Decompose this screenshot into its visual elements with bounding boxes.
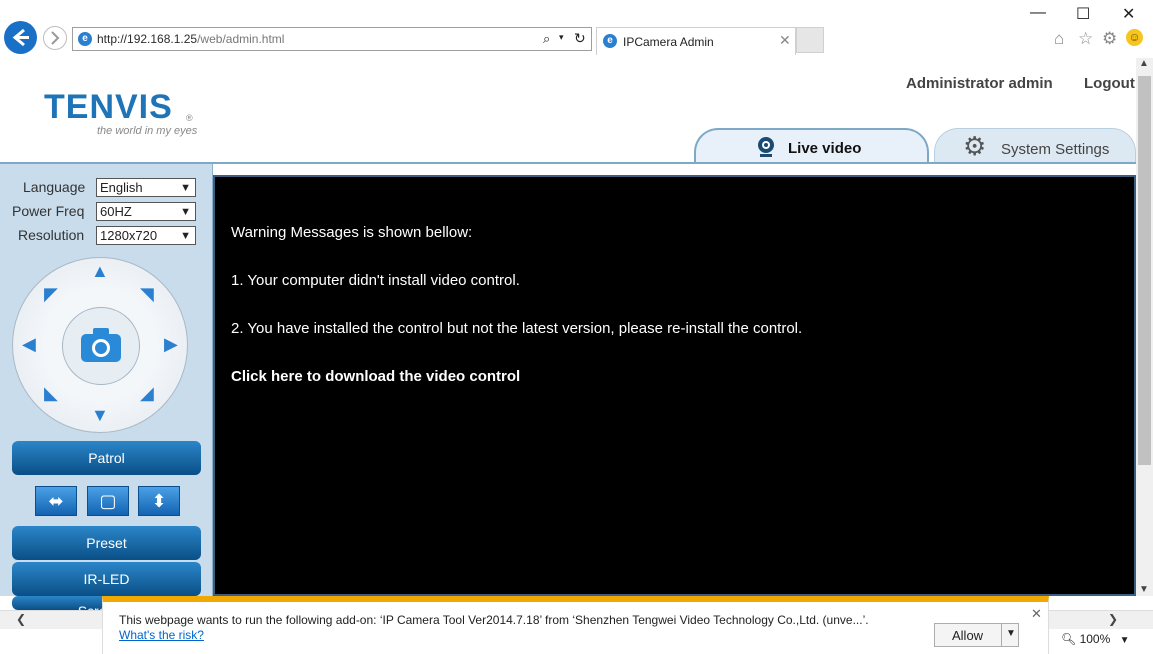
notification-message: This webpage wants to run the following …	[119, 613, 869, 627]
pan-right-button[interactable]: ▶	[164, 334, 178, 355]
url-host: http://192.168.1.25	[97, 32, 198, 46]
page-header: TENVIS ® the world in my eyes Administra…	[0, 58, 1136, 164]
resolution-select[interactable]: 1280x720 ▼	[96, 226, 196, 245]
power-freq-value: 60HZ	[100, 204, 132, 219]
dropdown-icon[interactable]: ▾	[559, 32, 564, 43]
close-window-icon[interactable]: ✕	[1122, 4, 1135, 24]
pan-left-button[interactable]: ◀	[22, 334, 36, 355]
pan-up-left-button[interactable]: ◤	[44, 284, 58, 305]
registered-mark: ®	[186, 113, 193, 123]
user-label: Administrator admin	[906, 75, 1053, 92]
home-icon[interactable]: ⌂	[1054, 29, 1064, 49]
resolution-label: Resolution	[18, 227, 85, 243]
webcam-icon	[756, 136, 776, 158]
zoom-icon: 🔍︎	[1061, 632, 1077, 646]
addon-notification-bar: This webpage wants to run the following …	[102, 596, 1049, 654]
back-arrow-icon	[12, 28, 29, 47]
browser-chrome: e http://192.168.1.25/web/admin.html ⌕ ▾…	[0, 0, 1153, 59]
pan-up-button[interactable]: ▲	[91, 261, 109, 282]
warning-heading: Warning Messages is shown bellow:	[231, 224, 473, 241]
zoom-level: 100%	[1079, 632, 1111, 646]
brand-tagline: the world in my eyes	[97, 125, 198, 137]
download-control-link[interactable]: Click here to download the video control	[231, 368, 520, 385]
pan-up-right-button[interactable]: ◥	[140, 284, 154, 305]
patrol-button[interactable]: Patrol	[12, 441, 201, 475]
pan-down-button[interactable]: ▼	[91, 405, 109, 426]
ir-led-button[interactable]: IR-LED	[12, 562, 201, 596]
browser-tab[interactable]: e IPCamera Admin ✕	[596, 27, 796, 55]
vertical-arrows-icon: ⬍	[151, 491, 167, 511]
favorites-icon[interactable]: ☆	[1078, 29, 1093, 49]
stop-square-icon: ▢	[99, 491, 117, 511]
preset-button[interactable]: Preset	[12, 526, 201, 560]
ptz-control-pad: ▲ ▼ ◀ ▶ ◤ ◥ ◣ ◢	[12, 257, 188, 433]
scroll-down-icon[interactable]: ▼	[1139, 584, 1149, 595]
tab-settings-label: System Settings	[1001, 141, 1110, 158]
search-icon[interactable]: ⌕	[543, 31, 550, 47]
tab-ie-icon: e	[603, 34, 617, 48]
address-bar[interactable]: e http://192.168.1.25/web/admin.html ⌕ ▾…	[72, 27, 592, 51]
resolution-value: 1280x720	[100, 228, 158, 243]
settings-gears-icon: ⚙	[963, 131, 987, 161]
forward-button[interactable]	[43, 26, 67, 50]
language-label: Language	[23, 179, 86, 195]
tab-title: IPCamera Admin	[623, 35, 714, 49]
logout-link[interactable]: Logout	[1084, 75, 1135, 92]
tools-gear-icon[interactable]: ⚙	[1102, 29, 1117, 49]
language-select[interactable]: English ▼	[96, 178, 196, 197]
camera-icon	[81, 328, 121, 362]
scroll-right-icon[interactable]: ❯	[1108, 612, 1118, 626]
warning-line-2: 2. You have installed the control but no…	[231, 320, 803, 337]
horizontal-patrol-button[interactable]: ⬌	[35, 486, 77, 516]
tab-close-icon[interactable]: ✕	[779, 32, 791, 49]
chevron-down-icon: ▼	[180, 230, 191, 242]
tab-live-video[interactable]: Live video	[694, 128, 929, 164]
chevron-down-icon: ▼	[180, 182, 191, 194]
pan-down-left-button[interactable]: ◣	[44, 383, 58, 404]
stop-patrol-button[interactable]: ▢	[87, 486, 129, 516]
allow-button[interactable]: Allow ▼	[934, 623, 1019, 647]
forward-arrow-icon	[51, 31, 60, 45]
notification-close-icon[interactable]: ✕	[1031, 606, 1042, 622]
snapshot-button[interactable]	[62, 307, 140, 385]
chevron-down-icon: ▼	[180, 206, 191, 218]
maximize-icon[interactable]: ☐	[1076, 4, 1090, 24]
video-area: Warning Messages is shown bellow: 1. You…	[213, 175, 1136, 596]
allow-label: Allow	[952, 628, 984, 643]
back-button[interactable]	[4, 21, 37, 54]
vertical-patrol-button[interactable]: ⬍	[138, 486, 180, 516]
zoom-dropdown-icon: ▼	[1119, 635, 1130, 646]
pan-down-right-button[interactable]: ◢	[140, 383, 154, 404]
power-freq-label: Power Freq	[12, 203, 85, 219]
control-panel: Language English ▼ Power Freq 60HZ ▼ Res…	[0, 164, 213, 596]
horizontal-arrows-icon: ⬌	[48, 491, 64, 511]
scroll-up-icon[interactable]: ▲	[1139, 58, 1149, 69]
brand-logo: TENVIS	[44, 88, 173, 126]
smiley-feedback-icon[interactable]: ☺	[1126, 29, 1143, 46]
scroll-left-icon[interactable]: ❮	[16, 612, 26, 626]
tab-live-label: Live video	[788, 140, 862, 157]
warning-line-1: 1. Your computer didn't install video co…	[231, 272, 520, 289]
minimize-icon[interactable]: —	[1030, 4, 1046, 22]
language-value: English	[100, 180, 143, 195]
power-freq-select[interactable]: 60HZ ▼	[96, 202, 196, 221]
allow-divider	[1001, 624, 1002, 646]
ie-page-icon: e	[78, 32, 92, 46]
refresh-icon[interactable]: ↻	[574, 30, 586, 47]
tab-system-settings[interactable]: ⚙ System Settings	[934, 128, 1136, 164]
allow-dropdown-icon[interactable]: ▼	[1006, 628, 1016, 639]
whats-the-risk-link[interactable]: What's the risk?	[119, 628, 204, 642]
url-path: /web/admin.html	[197, 32, 285, 46]
vertical-scroll-thumb[interactable]	[1138, 76, 1151, 465]
zoom-control[interactable]: 🔍︎ 100% ▼	[1061, 632, 1130, 646]
new-tab-button[interactable]	[796, 27, 824, 53]
